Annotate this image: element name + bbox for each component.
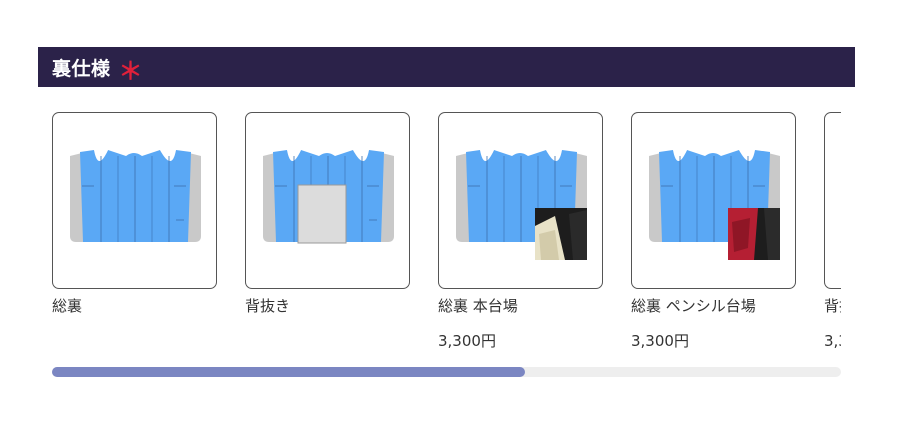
lining-option-card[interactable]: 総裏 [52, 112, 217, 330]
lining-option-card[interactable]: 総裏 ペンシル台場 3,300円 [631, 112, 796, 351]
option-thumbnail[interactable] [245, 112, 410, 289]
option-label: 総裏 [52, 297, 83, 315]
lining-option-card[interactable]: 総裏 本台場 3,300円 [438, 112, 603, 351]
lining-diagram-icon [70, 150, 201, 242]
section-header: 裏仕様 ＊ [38, 47, 855, 87]
carousel-scrollbar[interactable] [52, 367, 841, 377]
option-label: 背抜き [245, 297, 291, 315]
fabric-swatch-icon [535, 208, 587, 260]
option-track: 総裏 背抜き 総裏 本台場 3,300円 総裏 ペンシル台場 3,300円 背 … [52, 112, 841, 362]
option-label: 背抜き 本台場 [824, 297, 841, 315]
option-price: 3,300円 [438, 332, 496, 350]
lining-diagram-icon [840, 150, 841, 244]
option-thumbnail[interactable] [631, 112, 796, 289]
option-thumbnail[interactable] [438, 112, 603, 289]
lining-option-card[interactable]: 背抜き [245, 112, 410, 330]
lining-diagram-icon [263, 150, 394, 244]
section-title: 裏仕様 [52, 57, 111, 80]
option-thumbnail[interactable] [52, 112, 217, 289]
option-thumbnail[interactable] [824, 112, 841, 289]
option-label: 総裏 ペンシル台場 [631, 297, 756, 315]
option-label: 総裏 本台場 [438, 297, 518, 315]
lining-option-card[interactable]: 背抜き 本台場 3,300円 [824, 112, 841, 351]
fabric-swatch-icon [728, 208, 780, 260]
required-mark: ＊ [118, 57, 143, 85]
scrollbar-thumb[interactable] [52, 367, 526, 377]
option-carousel[interactable]: 総裏 背抜き 総裏 本台場 3,300円 総裏 ペンシル台場 3,300円 背 … [52, 112, 841, 362]
option-price: 3,300円 [824, 332, 841, 350]
option-price: 3,300円 [631, 332, 689, 350]
